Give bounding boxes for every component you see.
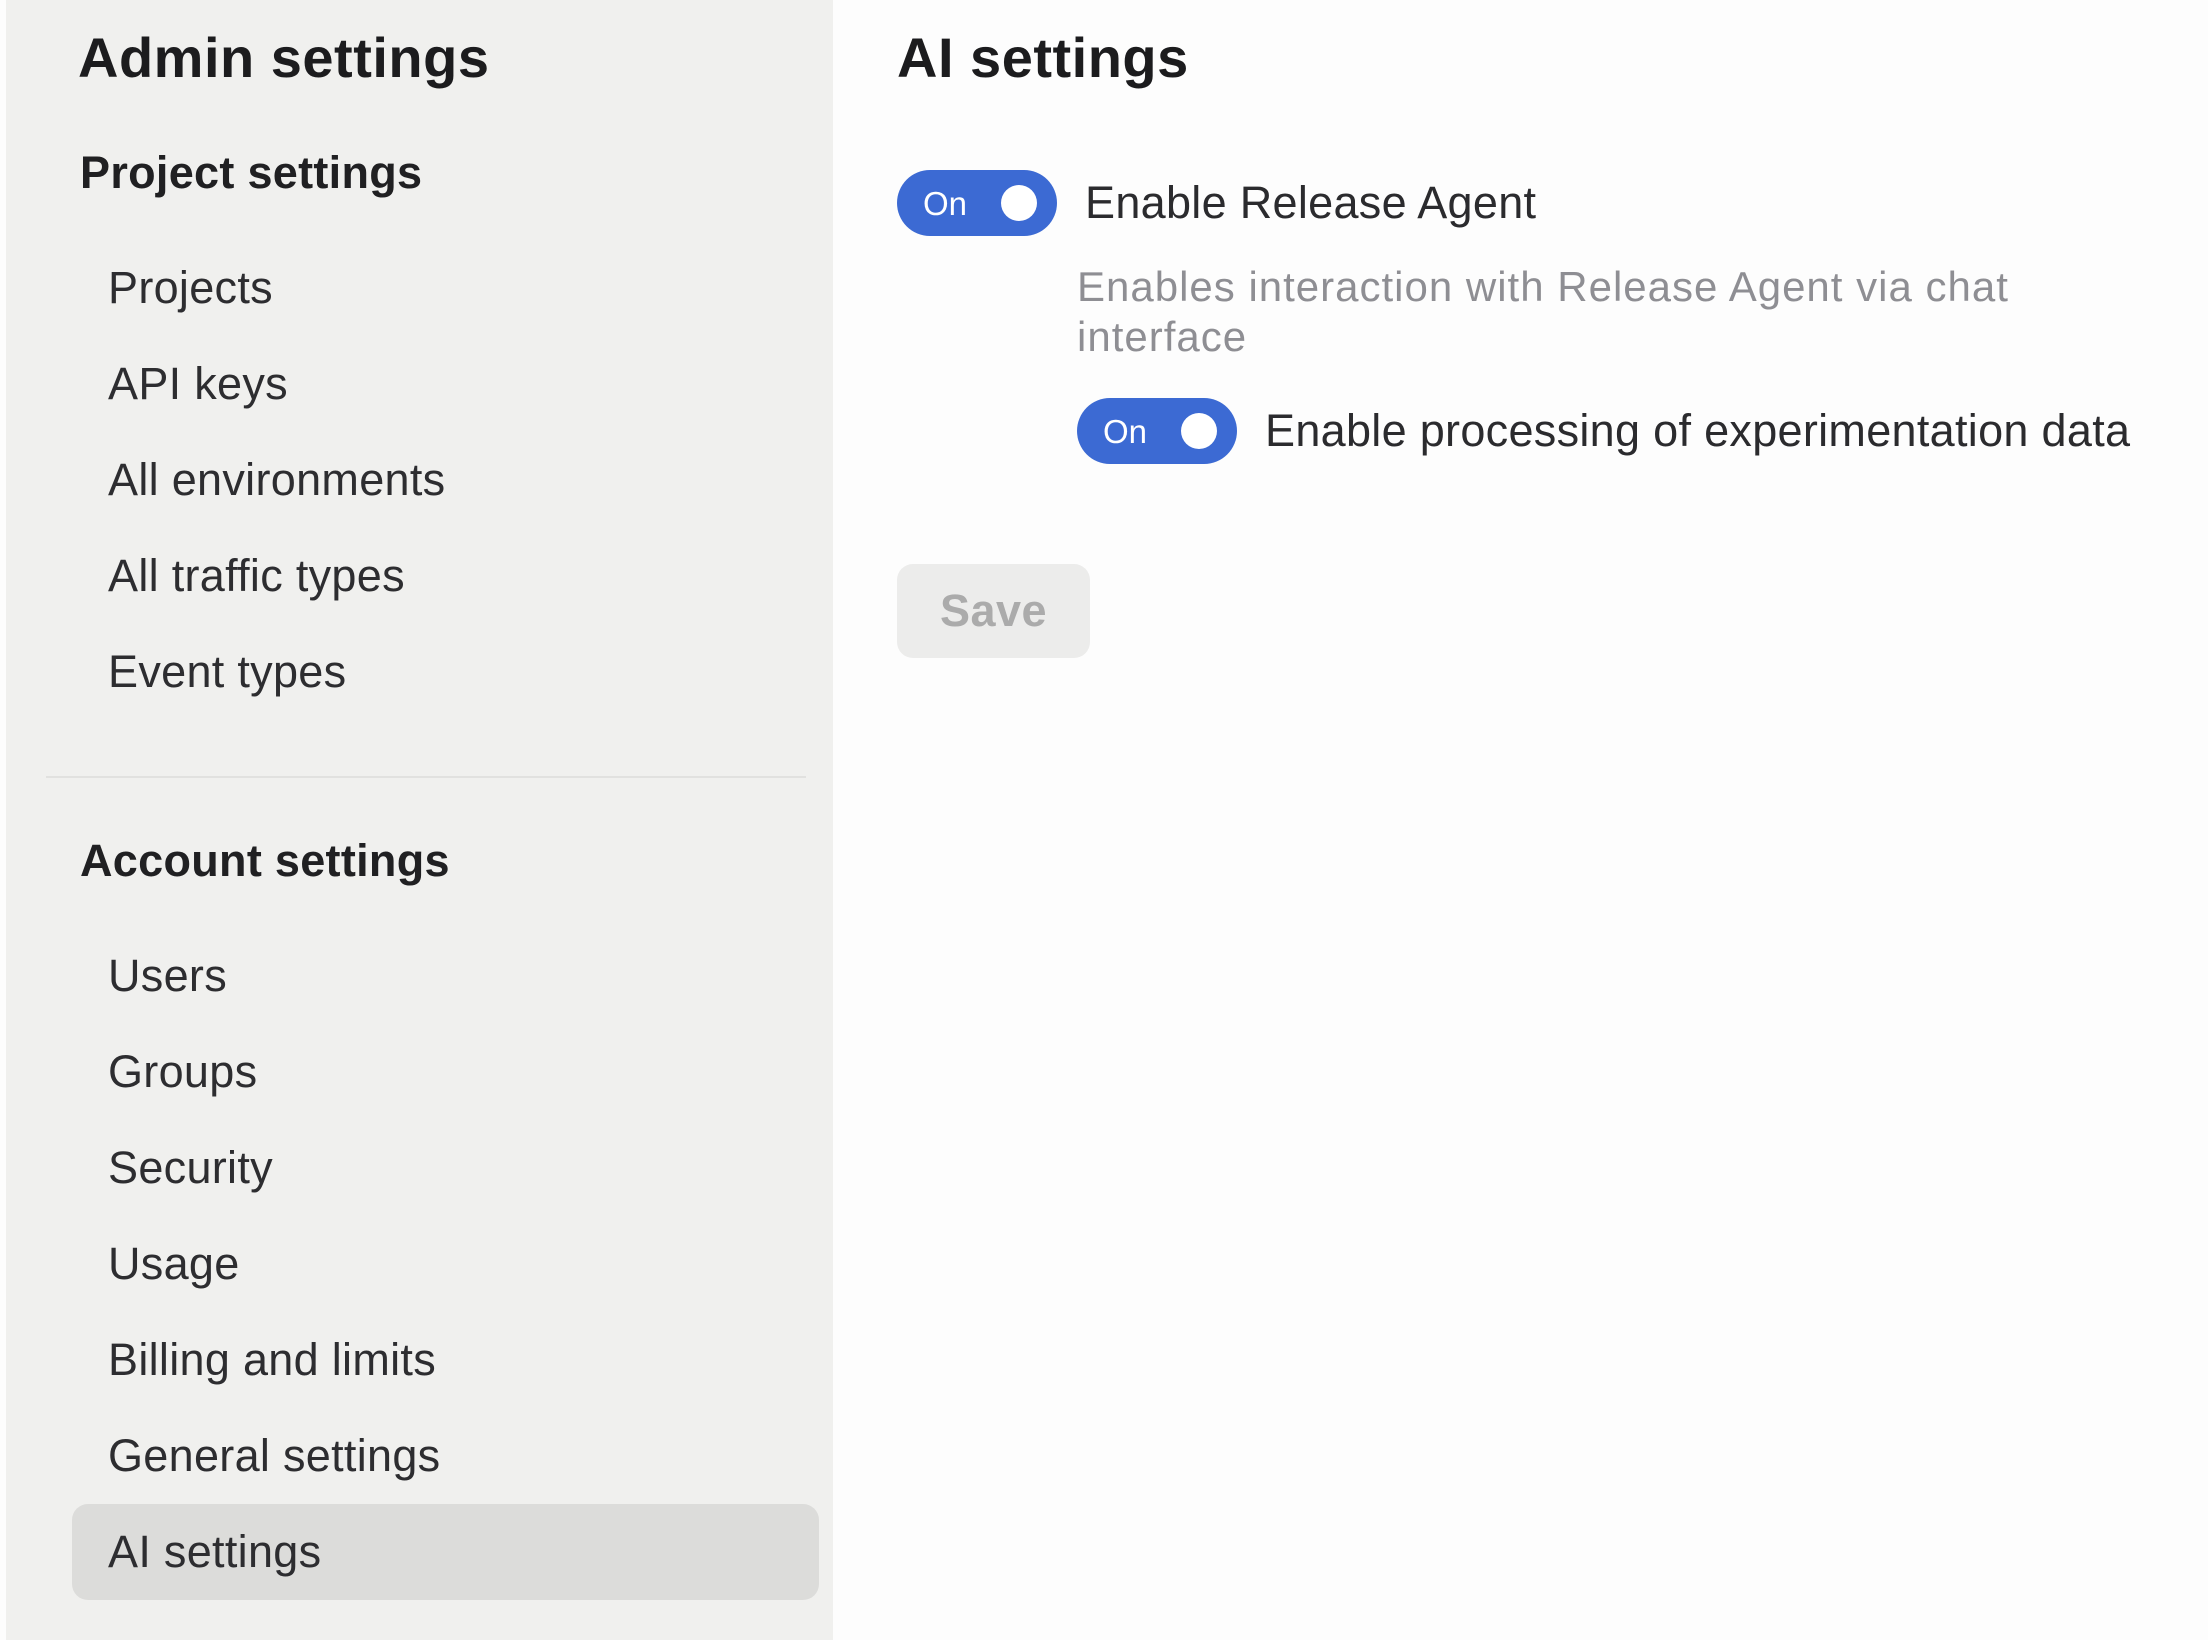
toggle-knob-icon <box>1001 185 1037 221</box>
sidebar-item-billing-and-limits[interactable]: Billing and limits <box>72 1312 819 1408</box>
save-button[interactable]: Save <box>897 564 1090 658</box>
ai-settings-panel: AI settings On Enable Release Agent Enab… <box>833 0 2208 1640</box>
experimentation-data-toggle[interactable]: On <box>1077 398 1237 464</box>
sidebar-item-event-types[interactable]: Event types <box>72 624 819 720</box>
sidebar-item-security[interactable]: Security <box>72 1120 819 1216</box>
experimentation-data-row: On Enable processing of experimentation … <box>1077 398 2168 464</box>
release-agent-description: Enables interaction with Release Agent v… <box>1077 262 2168 362</box>
page-title: AI settings <box>897 24 2168 92</box>
release-agent-label: Enable Release Agent <box>1085 177 1536 229</box>
toggle-knob-icon <box>1181 413 1217 449</box>
sidebar-item-ai-settings[interactable]: AI settings <box>72 1504 819 1600</box>
section-header-account-settings: Account settings <box>80 834 819 888</box>
sidebar-item-groups[interactable]: Groups <box>72 1024 819 1120</box>
experimentation-data-label: Enable processing of experimentation dat… <box>1265 405 2130 457</box>
sidebar-item-usage[interactable]: Usage <box>72 1216 819 1312</box>
section-header-project-settings: Project settings <box>80 146 819 200</box>
sidebar-divider <box>46 776 806 778</box>
sidebar-item-api-keys[interactable]: API keys <box>72 336 819 432</box>
sidebar-title: Admin settings <box>78 24 819 92</box>
admin-settings-sidebar: Admin settings Project settings Projects… <box>6 0 833 1640</box>
sidebar-item-all-traffic-types[interactable]: All traffic types <box>72 528 819 624</box>
release-agent-toggle[interactable]: On <box>897 170 1057 236</box>
project-settings-nav: Projects API keys All environments All t… <box>72 240 819 720</box>
sidebar-item-projects[interactable]: Projects <box>72 240 819 336</box>
sidebar-item-users[interactable]: Users <box>72 928 819 1024</box>
sidebar-item-general-settings[interactable]: General settings <box>72 1408 819 1504</box>
toggle-state-label: On <box>1103 415 1147 448</box>
release-agent-row: On Enable Release Agent <box>897 170 2168 236</box>
sidebar-item-all-environments[interactable]: All environments <box>72 432 819 528</box>
toggle-state-label: On <box>923 187 967 220</box>
account-settings-nav: Users Groups Security Usage Billing and … <box>72 928 819 1600</box>
